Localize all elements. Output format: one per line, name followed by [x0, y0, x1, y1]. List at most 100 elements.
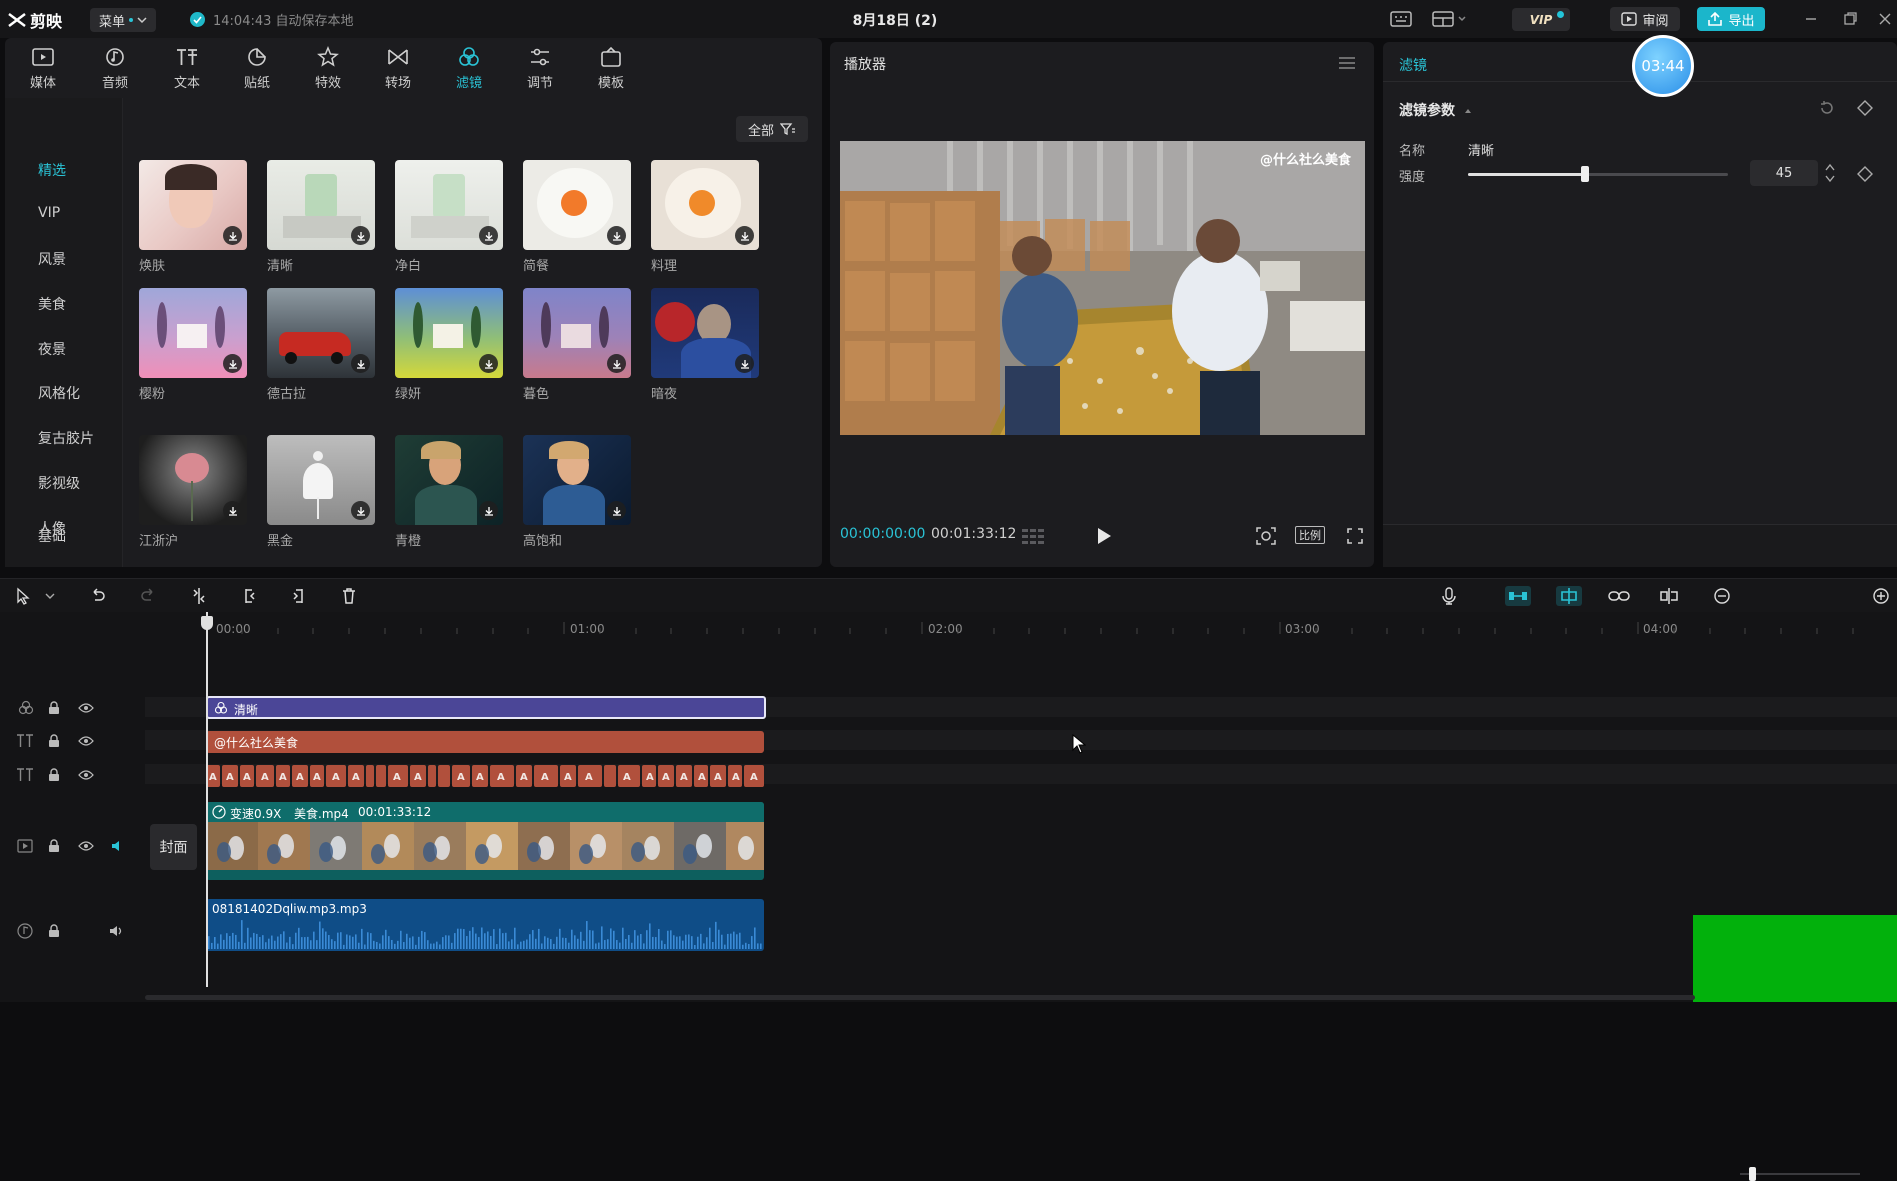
stepper-arrows-icon[interactable]: [1824, 161, 1836, 185]
tab-audio[interactable]: 音频: [85, 46, 145, 92]
filter-thumb-green[interactable]: [395, 288, 503, 378]
download-icon[interactable]: [735, 354, 754, 373]
frame-grid-icon[interactable]: [1020, 526, 1048, 546]
category-cinematic[interactable]: 影视级: [38, 473, 80, 493]
microphone-icon[interactable]: [1440, 587, 1458, 605]
keyframe-diamond-icon[interactable]: [1857, 166, 1873, 182]
category-featured[interactable]: 精选: [38, 160, 66, 180]
eye-icon[interactable]: [78, 769, 94, 781]
zoom-slider[interactable]: [1740, 1173, 1860, 1175]
category-stylized[interactable]: 风格化: [38, 383, 80, 403]
filter-thumb-high-saturation[interactable]: [523, 435, 631, 525]
text-clip[interactable]: @什么社么美食: [206, 731, 764, 753]
download-icon[interactable]: [223, 354, 242, 373]
caption-clips[interactable]: AAAAAAAAAAAAAAAAAAAAAAAAAA: [206, 765, 764, 787]
properties-tab-filter[interactable]: 滤镜: [1399, 55, 1427, 75]
volume-icon[interactable]: [108, 924, 124, 938]
redo-icon[interactable]: [139, 587, 157, 605]
category-retro-film[interactable]: 复古胶片: [38, 428, 94, 448]
category-night[interactable]: 夜景: [38, 339, 66, 359]
fit-view-icon[interactable]: [1255, 526, 1277, 546]
download-icon[interactable]: [351, 354, 370, 373]
chevron-down-icon[interactable]: [44, 587, 56, 605]
trim-right-icon[interactable]: [290, 587, 308, 605]
trim-left-icon[interactable]: [240, 587, 258, 605]
filter-thumb-black-gold[interactable]: [267, 435, 375, 525]
review-button[interactable]: 审阅: [1610, 7, 1680, 31]
timeline-ruler[interactable]: [206, 622, 1896, 634]
reset-icon[interactable]: [1819, 100, 1835, 116]
select-pointer-icon[interactable]: [14, 587, 32, 605]
aspect-ratio-button[interactable]: 比例: [1295, 526, 1325, 544]
download-icon[interactable]: [607, 501, 626, 520]
fullscreen-icon[interactable]: [1346, 527, 1364, 545]
tab-adjust[interactable]: 调节: [510, 46, 570, 92]
keyboard-shortcut-icon[interactable]: [1390, 10, 1412, 28]
cover-button[interactable]: 封面: [150, 824, 197, 870]
download-icon[interactable]: [223, 226, 242, 245]
zoom-in-icon[interactable]: [1872, 587, 1890, 605]
video-preview[interactable]: @什么社么美食: [840, 141, 1365, 435]
playhead[interactable]: [206, 612, 208, 987]
main-track-magnet-icon[interactable]: [1505, 586, 1531, 606]
strength-input[interactable]: 45: [1750, 160, 1818, 186]
tab-media[interactable]: 媒体: [13, 46, 73, 92]
preview-axis-icon[interactable]: [1658, 587, 1680, 605]
minimize-icon[interactable]: [1801, 10, 1821, 28]
restore-icon[interactable]: [1840, 10, 1860, 28]
filter-thumb-dark-night[interactable]: [651, 288, 759, 378]
hamburger-menu-icon[interactable]: [1338, 56, 1356, 70]
filter-thumb-skin[interactable]: [139, 160, 247, 250]
play-icon[interactable]: [1096, 527, 1112, 545]
auto-snap-icon[interactable]: [1556, 586, 1582, 606]
lock-icon[interactable]: [48, 701, 60, 715]
link-icon[interactable]: [1608, 587, 1630, 605]
tab-transition[interactable]: 转场: [368, 46, 428, 92]
filter-thumb-sakura[interactable]: [139, 288, 247, 378]
strength-slider[interactable]: [1468, 166, 1728, 182]
download-icon[interactable]: [479, 354, 498, 373]
close-icon[interactable]: [1875, 10, 1895, 28]
timeline-horizontal-scrollbar[interactable]: [145, 995, 1695, 1000]
download-icon[interactable]: [223, 501, 242, 520]
category-landscape[interactable]: 风景: [38, 249, 66, 269]
download-icon[interactable]: [735, 226, 754, 245]
filter-all-button[interactable]: 全部: [736, 116, 808, 142]
video-clip[interactable]: 变速0.9X 美食.mp4 00:01:33:12: [206, 802, 764, 880]
tab-filter[interactable]: 滤镜: [439, 46, 499, 92]
delete-icon[interactable]: [340, 587, 358, 605]
tab-sticker[interactable]: 贴纸: [227, 46, 287, 92]
download-icon[interactable]: [351, 226, 370, 245]
lock-icon[interactable]: [48, 839, 60, 853]
filter-thumb-teal-orange[interactable]: [395, 435, 503, 525]
tab-effects[interactable]: 特效: [298, 46, 358, 92]
export-button[interactable]: 导出: [1697, 7, 1765, 31]
strength-slider-knob[interactable]: [1581, 166, 1589, 182]
split-icon[interactable]: [190, 587, 208, 605]
keyframe-diamond-icon[interactable]: [1857, 100, 1873, 116]
eye-icon[interactable]: [78, 702, 94, 714]
filter-clip[interactable]: 清晰: [206, 696, 766, 719]
zoom-slider-knob[interactable]: [1749, 1167, 1756, 1181]
download-icon[interactable]: [607, 354, 626, 373]
recording-timer-badge[interactable]: 03:44: [1632, 35, 1694, 97]
eye-icon[interactable]: [78, 735, 94, 747]
download-icon[interactable]: [607, 226, 626, 245]
menu-button[interactable]: 菜单: [90, 8, 156, 32]
lock-icon[interactable]: [48, 768, 60, 782]
filter-thumb-clear[interactable]: [267, 160, 375, 250]
filter-params-heading[interactable]: 滤镜参数: [1399, 100, 1472, 120]
audio-clip[interactable]: 08181402Dqliw.mp3.mp3: [206, 899, 764, 951]
download-icon[interactable]: [351, 501, 370, 520]
filter-thumb-dusk[interactable]: [523, 288, 631, 378]
lock-icon[interactable]: [48, 924, 60, 938]
zoom-out-icon[interactable]: [1713, 587, 1731, 605]
filter-thumb-cuisine[interactable]: [651, 160, 759, 250]
undo-icon[interactable]: [89, 587, 107, 605]
filter-thumb-white[interactable]: [395, 160, 503, 250]
category-vip[interactable]: VIP: [38, 205, 60, 221]
vip-badge[interactable]: VIP: [1512, 8, 1570, 31]
tab-text[interactable]: 文本: [157, 46, 217, 92]
mute-audio-icon[interactable]: [110, 839, 124, 853]
download-icon[interactable]: [479, 226, 498, 245]
